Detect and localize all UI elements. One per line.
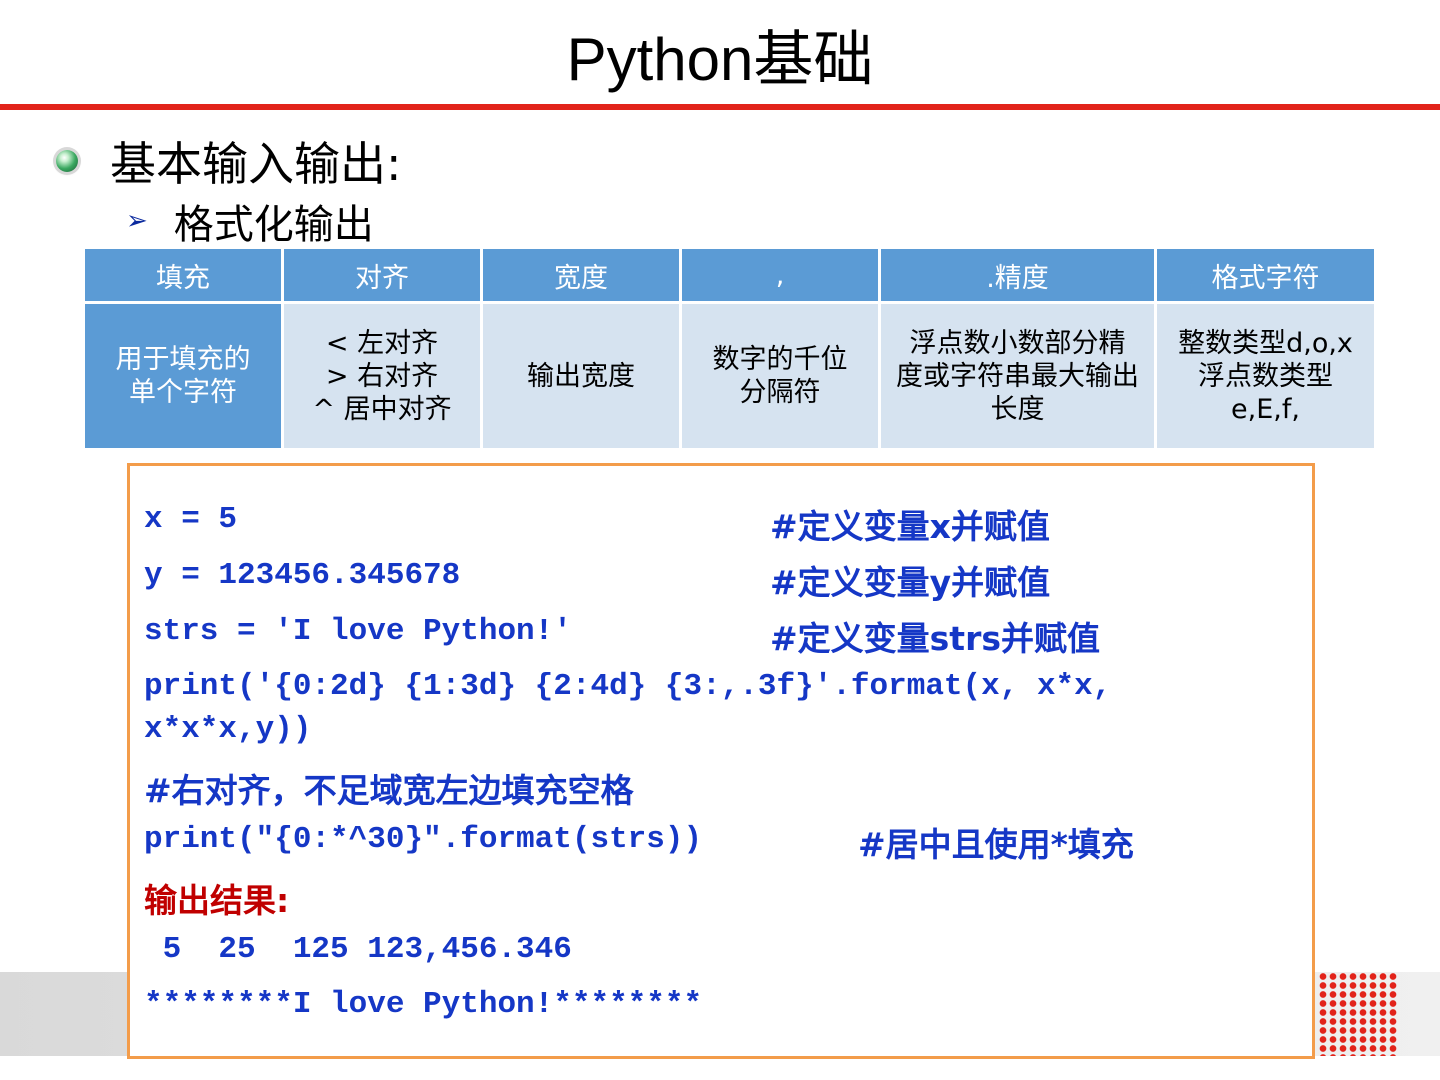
- code-comment-y: #定义变量y并赋值: [770, 563, 1051, 602]
- format-spec-table: 填充 对齐 宽度 , .精度 格式字符 用于填充的 单个字符 < 左对齐 > 右…: [82, 246, 1377, 451]
- header-comma: ,: [679, 246, 881, 304]
- cell-comma-desc: 数字的千位 分隔符: [679, 301, 881, 451]
- code-comment-x: #定义变量x并赋值: [770, 507, 1050, 546]
- result-label: 输出结果:: [144, 881, 290, 920]
- code-comment-center: #居中且使用*填充: [858, 825, 1134, 864]
- cell-fill-desc: 用于填充的 单个字符: [82, 301, 284, 451]
- code-line-strs: strs = 'I love Python!': [144, 614, 572, 649]
- output-line-numbers: 5 25 125 123,456.346: [144, 932, 572, 967]
- header-precision: .精度: [878, 246, 1157, 304]
- code-comment-strs: #定义变量strs并赋值: [770, 619, 1100, 658]
- table-header-row: 填充 对齐 宽度 , .精度 格式字符: [82, 246, 1377, 304]
- code-comment-right-align: #右对齐，不足域宽左边填充空格: [144, 771, 634, 810]
- bullet-level1-text: 基本输入输出:: [110, 137, 402, 191]
- table-row: 用于填充的 单个字符 < 左对齐 > 右对齐 ^ 居中对齐 输出宽度 数字的千位…: [82, 301, 1377, 451]
- bullet-level2-text: 格式化输出: [173, 202, 374, 248]
- code-line-print-format-cont: x*x*x,y)): [144, 712, 312, 747]
- slide-title: Python基础: [566, 26, 874, 93]
- header-fill: 填充: [82, 246, 284, 304]
- bullet-level2: ➢ 格式化输出: [126, 192, 374, 250]
- header-align: 对齐: [281, 246, 483, 304]
- cell-width-desc: 输出宽度: [480, 301, 682, 451]
- decorative-dots: [1318, 972, 1398, 1056]
- cell-align-desc: < 左对齐 > 右对齐 ^ 居中对齐: [281, 301, 483, 451]
- output-line-centered: ********I love Python!********: [144, 987, 703, 1022]
- header-type: 格式字符: [1154, 246, 1377, 304]
- code-example-box: x = 5 #定义变量x并赋值 y = 123456.345678 #定义变量y…: [127, 463, 1315, 1059]
- code-line-y: y = 123456.345678: [144, 558, 461, 593]
- bullet-level1: 基本输入输出:: [56, 128, 402, 194]
- code-line-print-center: print("{0:*^30}".format(strs)): [144, 822, 703, 857]
- title-divider: [0, 104, 1440, 110]
- code-line-print-format: print('{0:2d} {1:3d} {2:4d} {3:,.3f}'.fo…: [144, 669, 1112, 704]
- arrow-bullet-icon: ➢: [126, 206, 148, 236]
- bullet-dot-icon: [56, 150, 78, 172]
- code-line-x: x = 5: [144, 502, 238, 537]
- header-width: 宽度: [480, 246, 682, 304]
- cell-type-desc: 整数类型d,o,x 浮点数类型 e,E,f,: [1154, 301, 1377, 451]
- cell-precision-desc: 浮点数小数部分精 度或字符串最大输出 长度: [878, 301, 1157, 451]
